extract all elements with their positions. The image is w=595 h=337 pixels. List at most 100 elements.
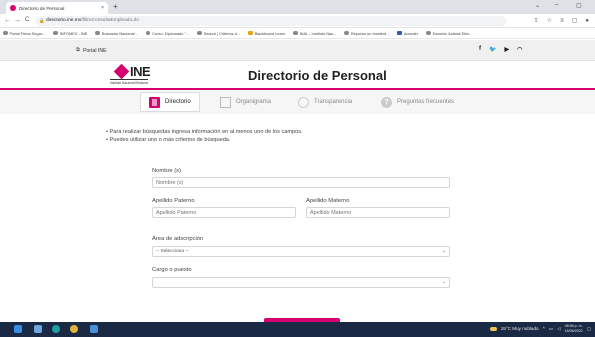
nombre-input[interactable]: [152, 177, 450, 188]
org-chart-icon: [220, 96, 231, 108]
url-domain: directorio.ine.mx: [46, 18, 82, 23]
portal-link-label: Portal INE: [82, 47, 107, 54]
profile-icon[interactable]: ●: [585, 16, 589, 26]
logo-text: INE: [130, 64, 151, 79]
tab-organigrama[interactable]: Organigrama: [220, 92, 271, 112]
new-tab-button[interactable]: +: [113, 2, 118, 12]
star-icon[interactable]: ☆: [547, 16, 552, 26]
edge-icon[interactable]: [52, 325, 60, 333]
bookmark-item[interactable]: INAI – Instituto Nac...: [293, 31, 336, 36]
bookmark-icon: [248, 30, 253, 36]
search-form: Nombre (s) Apellido Paterno Apellido Mat…: [140, 155, 460, 320]
instructions-list: Para realizar búsquedas ingresa informac…: [106, 128, 303, 144]
bookmark-icon: [426, 30, 431, 36]
share-icon[interactable]: ⇪: [534, 16, 539, 26]
rss-icon[interactable]: ◠: [517, 46, 522, 53]
volume-icon[interactable]: ◁: [557, 326, 561, 332]
reload-button[interactable]: C: [25, 16, 29, 25]
tab-directorio[interactable]: Directorio: [140, 92, 200, 112]
bookmark-icon: [3, 30, 8, 36]
clock[interactable]: 08:56 p. m. 16/06/2022: [565, 324, 583, 333]
apellido-paterno-label: Apellido Paterno: [152, 198, 195, 204]
site-top-bar: ⧉ Portal INE f 🐦 ▶ ◠: [0, 40, 595, 61]
cargo-puesto-select[interactable]: ⌄: [152, 277, 450, 288]
maximize-button[interactable]: ▢: [576, 2, 582, 9]
chevron-down-icon: ⌄: [441, 248, 446, 254]
ine-favicon-icon: [10, 5, 16, 11]
notifications-icon[interactable]: ▢: [587, 326, 591, 332]
bookmark-item[interactable]: INFOMEX - INE: [53, 31, 87, 36]
external-link-icon: ⧉: [76, 47, 80, 53]
bookmark-item[interactable]: Search | Criterios d...: [197, 31, 240, 36]
weather-icon: [489, 326, 497, 331]
forward-button[interactable]: →: [14, 16, 21, 25]
task-view-icon[interactable]: [34, 325, 42, 333]
social-links: f 🐦 ▶ ◠: [479, 46, 522, 53]
lock-icon: 🔒: [39, 18, 45, 23]
windows-start-icon[interactable]: [14, 325, 22, 333]
book-icon: [149, 96, 160, 108]
bookmark-item[interactable]: Blackboard Learn: [248, 31, 285, 36]
bookmark-icon: [344, 30, 349, 36]
bookmark-icon: [95, 30, 100, 36]
bookmark-item[interactable]: Escuela Judicial Elec...: [426, 31, 472, 36]
bookmarks-bar: Portal Firma Segur... INFOMEX - INE Busc…: [0, 28, 595, 39]
reading-list-icon[interactable]: ≡: [560, 16, 564, 26]
sidebar-icon[interactable]: ▢: [572, 16, 578, 26]
browser-tab-bar: Directorio de Personal × + ⌄ – ▢: [0, 0, 595, 14]
facebook-icon[interactable]: f: [479, 46, 481, 53]
transparency-icon: [298, 96, 309, 108]
apellido-paterno-input[interactable]: [152, 207, 296, 218]
weather-text[interactable]: 15°C Muy nublado: [501, 326, 539, 331]
chevron-down-icon: ⌄: [441, 279, 446, 285]
url-field[interactable]: 🔒 directorio.ine.mx/filtroConsultaEmplea…: [36, 16, 506, 26]
clock-date: 16/06/2022: [564, 328, 583, 333]
app-icon[interactable]: [90, 325, 98, 333]
instruction-item: Para realizar búsquedas ingresa informac…: [106, 128, 303, 136]
bookmark-icon: [397, 30, 402, 36]
tab-label: Organigrama: [236, 99, 272, 105]
question-icon: ?: [381, 96, 392, 108]
tab-preguntas-frecuentes[interactable]: ? Preguntas frecuentes: [381, 92, 454, 112]
bookmark-icon: [145, 30, 151, 36]
apellido-materno-label: Apellido Materno: [306, 198, 350, 204]
windows-taskbar: 15°C Muy nublado ^ ▭ ◁ 08:56 p. m. 16/06…: [0, 322, 595, 337]
apellido-materno-input[interactable]: [306, 207, 450, 218]
bookmark-item[interactable]: Reportar un Incident...: [344, 31, 389, 36]
bookmark-icon: [197, 30, 202, 36]
network-icon[interactable]: ▭: [549, 326, 553, 332]
portal-ine-link[interactable]: ⧉ Portal INE: [76, 47, 107, 54]
chrome-icon[interactable]: [70, 325, 78, 333]
url-path: /filtroConsultaEmpleado.do: [81, 18, 139, 23]
tab-search-icon[interactable]: ⌄: [535, 2, 540, 9]
logo-diamond-icon: [113, 63, 130, 80]
tab-label: Transparencia: [314, 99, 353, 105]
browser-tab[interactable]: Directorio de Personal ×: [6, 2, 108, 14]
minimize-button[interactable]: –: [555, 2, 558, 8]
bookmark-item[interactable]: Curso: Diplomado "...: [145, 30, 189, 36]
youtube-icon[interactable]: ▶: [504, 46, 509, 53]
site-header: INE Instituto Nacional Electoral Directo…: [0, 61, 595, 89]
back-button[interactable]: ←: [4, 16, 11, 25]
bookmark-item[interactable]: Buscador Nacional...: [95, 30, 138, 36]
address-bar-row: ← → C 🔒 directorio.ine.mx/filtroConsulta…: [0, 14, 595, 28]
clock-time: 08:56 p. m.: [564, 324, 583, 328]
bookmark-icon: [293, 30, 298, 36]
tab-transparencia[interactable]: Transparencia: [298, 92, 352, 112]
ine-logo[interactable]: INE Instituto Nacional Electoral: [110, 63, 168, 86]
nombre-label: Nombre (s): [152, 168, 181, 174]
tab-label: Directorio: [165, 99, 191, 105]
area-adscripcion-select[interactable]: -- Selecciona -- ⌄: [152, 246, 450, 257]
tab-close-icon[interactable]: ×: [101, 5, 104, 11]
bookmark-icon: [53, 30, 58, 36]
twitter-icon[interactable]: 🐦: [489, 46, 496, 53]
system-tray: 15°C Muy nublado ^ ▭ ◁ 08:56 p. m. 16/06…: [489, 324, 591, 333]
tab-title: Directorio de Personal: [19, 5, 65, 11]
cargo-puesto-label: Cargo o puesto: [152, 267, 192, 273]
tab-label: Preguntas frecuentes: [397, 99, 455, 105]
browser-toolbar-icons: ⇪ ☆ ≡ ▢ ●: [534, 16, 589, 26]
bookmark-item[interactable]: Portal Firma Segur...: [3, 31, 45, 36]
area-select-value: -- Selecciona --: [156, 249, 189, 254]
bookmark-item[interactable]: Acceder: [397, 31, 418, 36]
tray-chevron-icon[interactable]: ^: [543, 326, 545, 331]
